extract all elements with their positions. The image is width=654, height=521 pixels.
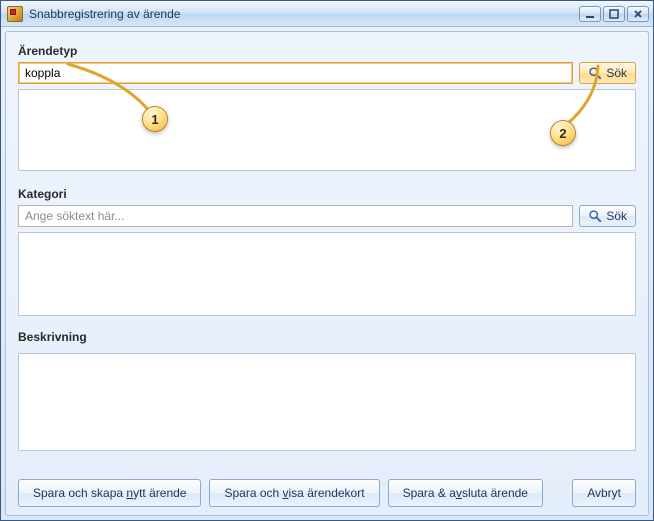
save-and-close-button[interactable]: Spara & avsluta ärende [388,479,543,507]
arendetyp-label: Ärendetyp [18,44,636,58]
button-text: Spara och skapa nytt ärende [33,486,186,500]
client-area: Ärendetyp Sök Kategori Sök [5,31,649,516]
save-and-new-button[interactable]: Spara och skapa nytt ärende [18,479,201,507]
beskrivning-label: Beskrivning [18,330,636,344]
kategori-results[interactable] [18,232,636,316]
kategori-search-button[interactable]: Sök [579,205,636,227]
kategori-input[interactable] [18,205,573,227]
search-icon [588,209,602,223]
search-icon [588,66,602,80]
maximize-button[interactable] [603,6,625,22]
kategori-search-label: Sök [606,209,627,223]
arendetyp-search-button[interactable]: Sök [579,62,636,84]
button-text: Spara och visa ärendekort [224,486,364,500]
button-text: Spara & avsluta ärende [403,486,528,500]
maximize-icon [609,9,619,19]
close-button[interactable] [627,6,649,22]
save-and-view-button[interactable]: Spara och visa ärendekort [209,479,379,507]
button-text: Avbryt [587,486,621,500]
app-icon [7,6,23,22]
cancel-button[interactable]: Avbryt [572,479,636,507]
beskrivning-textarea[interactable] [18,353,636,451]
window-frame: Snabbregistrering av ärende Ärendetyp [0,0,654,521]
minimize-button[interactable] [579,6,601,22]
titlebar: Snabbregistrering av ärende [1,1,653,27]
window-title: Snabbregistrering av ärende [29,7,573,21]
arendetyp-input[interactable] [18,62,573,84]
close-icon [633,9,643,19]
arendetyp-search-label: Sök [606,66,627,80]
minimize-icon [585,9,595,19]
arendetyp-results[interactable] [18,89,636,171]
kategori-label: Kategori [18,187,636,201]
